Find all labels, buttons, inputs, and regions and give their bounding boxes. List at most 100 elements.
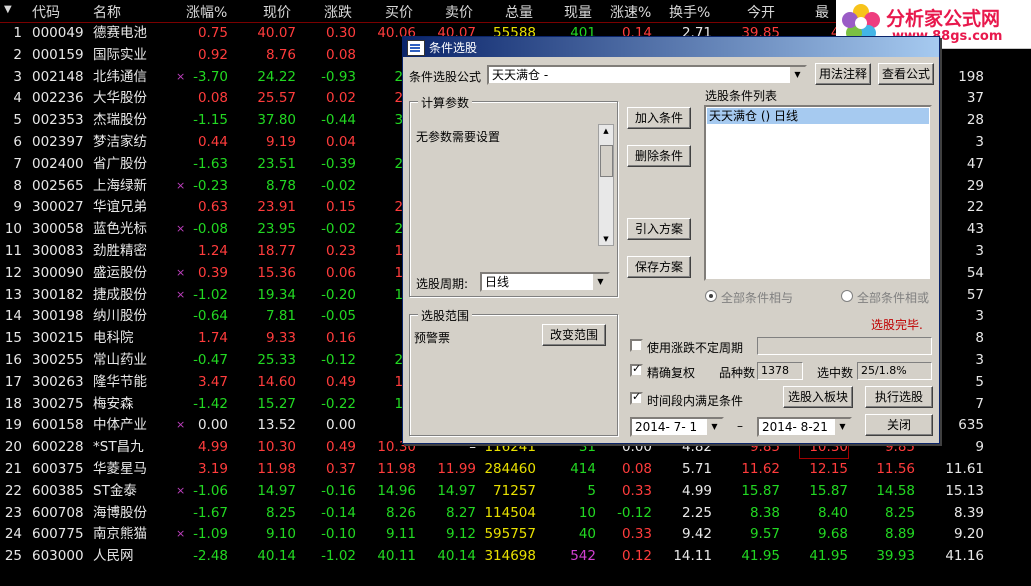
close-button[interactable]: 关闭 [865,414,933,436]
row-index: 5 [13,112,22,129]
usage-notes-button[interactable]: 用法注释 [815,63,871,85]
formula-label: 条件选股公式 [409,70,482,84]
save-plan-button[interactable]: 保存方案 [627,256,691,278]
row-price: 25.57 [257,90,296,107]
row-col14: 54 [966,264,984,281]
row-price: 25.33 [257,352,296,368]
add-condition-button[interactable]: 加入条件 [627,107,691,129]
dialog-titlebar[interactable]: 条件选股 [403,37,939,57]
variable-period-field[interactable] [757,337,932,355]
row-index: 6 [13,134,22,150]
row-cur-vol: 414 [570,461,596,477]
period-select[interactable]: 日线 ▼ [480,272,610,292]
chevron-down-icon[interactable]: ▼ [592,274,608,290]
row-index: 18 [4,395,22,412]
scroll-thumb[interactable] [600,145,613,177]
table-row[interactable]: 23 600708 海博股份 -1.67 8.25 -0.14 8.26 8.27 114504… [0,502,1031,524]
condition-list[interactable]: 天天满仓 () 日线 [704,105,932,281]
time-range-checkbox[interactable] [630,390,643,405]
row-change: 0.37 [325,461,356,477]
row-code: 300215 [32,330,84,347]
row-index: 9 [13,199,22,216]
row-ask: 8.27 [445,504,476,521]
row-col14: 198 [958,68,984,85]
import-plan-button[interactable]: 引入方案 [627,218,691,240]
variable-period-checkbox[interactable] [630,339,643,352]
header-volume[interactable]: 总量 [505,2,533,22]
chevron-down-icon[interactable]: ▼ [789,67,805,83]
header-cur-vol[interactable]: 现量 [564,2,592,22]
scroll-up-icon[interactable]: ▲ [599,125,613,137]
row-price: 8.25 [265,504,296,521]
run-selection-button[interactable]: 执行选股 [865,386,933,408]
header-price[interactable]: 现价 [263,2,291,22]
row-name: 省广股份 [93,155,147,172]
change-range-button[interactable]: 改变范围 [542,324,606,346]
row-col13: 11.56 [876,461,915,477]
row-code: 000159 [32,46,84,63]
row-turnover: 2.25 [681,504,712,521]
row-price: 24.22 [257,68,296,85]
row-code: 600385 [32,482,84,499]
row-code: 002148 [32,68,84,85]
table-row[interactable]: 21 600375 华菱星马 3.19 11.98 0.37 11.98 11.99 28446… [0,458,1031,480]
row-change-pct: -1.63 [193,155,228,172]
params-scrollbar[interactable]: ▲ ▼ [598,124,614,246]
row-bid: 8.26 [385,504,416,521]
row-price: 9.10 [265,526,296,543]
row-price: 23.91 [257,199,296,216]
table-row[interactable]: 25 603000 人民网 -2.48 40.14 -1.02 40.11 40.14 3146… [0,545,1031,567]
sort-triangle-icon[interactable]: ▼ [4,4,12,15]
header-ask[interactable]: 卖价 [445,2,473,22]
params-group: 计算参数 无参数需要设置 ▲ ▼ 选股周期: 日线 ▼ [409,94,618,297]
row-cur-vol: 542 [570,548,596,565]
to-block-button[interactable]: 选股入板块 [783,386,853,408]
date-from-picker[interactable]: 2014- 7- 1 ▼ [630,417,724,437]
condition-list-item[interactable]: 天天满仓 () 日线 [707,108,929,124]
header-code[interactable]: 代码 [32,2,60,22]
row-turnover: 14.11 [673,548,712,565]
radio-or[interactable] [841,290,853,302]
row-high: 12.15 [809,461,848,477]
header-bid[interactable]: 买价 [385,2,413,22]
row-price: 13.52 [257,417,296,434]
row-price: 18.77 [257,243,296,259]
scroll-down-icon[interactable]: ▼ [599,233,613,245]
row-change: -0.16 [321,482,356,499]
header-change[interactable]: 涨跌 [324,2,352,22]
header-speed[interactable]: 涨速% [610,2,651,22]
row-col13: 39.93 [876,548,915,565]
table-row[interactable]: 22 600385 ST金泰 × -1.06 14.97 -0.16 14.96 14.97 71… [0,480,1031,502]
row-index: 22 [4,482,22,499]
row-price: 7.81 [265,308,296,325]
delete-condition-button[interactable]: 删除条件 [627,145,691,167]
logo-title: 分析家公式网 [886,8,1001,30]
row-code: 300263 [32,373,84,390]
row-change-pct: 3.19 [197,461,228,477]
row-bid: 14.96 [377,482,416,499]
formula-select[interactable]: 天天满仓 - ▼ [487,65,807,85]
chevron-down-icon[interactable]: ▼ [706,419,722,435]
row-name: 隆华节能 [93,373,147,390]
header-turnover[interactable]: 换手% [669,2,710,22]
header-change-pct[interactable]: 涨幅% [186,2,227,22]
row-name: 华菱星马 [93,461,147,477]
precise-adjust-checkbox[interactable] [630,362,643,377]
header-high[interactable]: 最 [815,2,829,22]
row-change: 0.49 [325,439,356,456]
chevron-down-icon[interactable]: ▼ [834,419,850,435]
period-label: 选股周期: [416,277,469,291]
header-name[interactable]: 名称 [93,2,121,22]
table-row[interactable]: 24 600775 南京熊猫 × -1.09 9.10 -0.10 9.11 9.12 59575… [0,523,1031,545]
header-open[interactable]: 今开 [747,2,775,22]
row-name: 盛运股份 [93,264,147,281]
selected-label: 选中数 [817,366,854,380]
row-price: 40.14 [257,548,296,565]
row-code: 002353 [32,112,84,129]
date-to-picker[interactable]: 2014- 8-21 ▼ [757,417,852,437]
row-change: 0.04 [325,134,356,150]
row-change-pct: 0.00 [197,417,228,434]
time-range-label: 时间段内满足条件 [647,394,744,408]
view-formula-button[interactable]: 查看公式 [878,63,934,85]
radio-and[interactable] [705,290,717,302]
